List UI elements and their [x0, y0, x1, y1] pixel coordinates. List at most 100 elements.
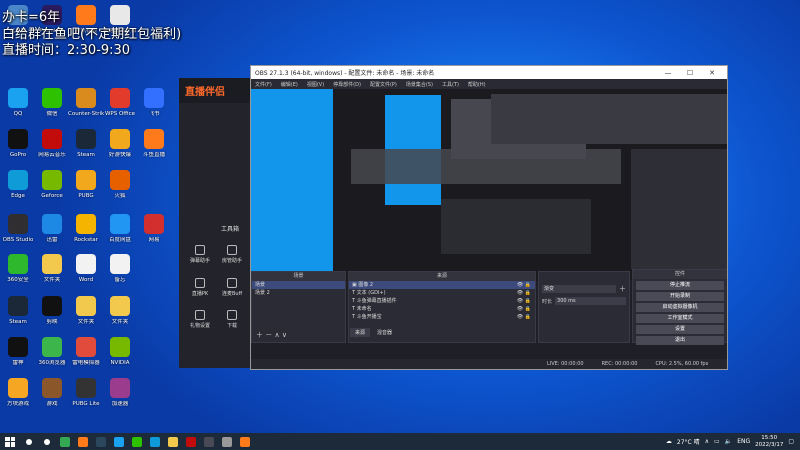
- language-indicator[interactable]: ENG: [737, 438, 750, 445]
- clock[interactable]: 15:50 2022/3/17: [755, 435, 783, 449]
- desktop-icon[interactable]: PUBG: [68, 170, 104, 200]
- obs-preview[interactable]: [251, 89, 727, 281]
- visibility-icon[interactable]: 👁 🔒: [517, 297, 535, 305]
- menu-file[interactable]: 文件(F): [255, 81, 272, 88]
- stop-streaming-button[interactable]: 停止推流: [636, 281, 724, 290]
- desktop-icon[interactable]: 火狐: [102, 170, 138, 200]
- network-icon[interactable]: ▭: [714, 438, 720, 445]
- move-up-icon[interactable]: ∧: [274, 331, 279, 339]
- desktop-icon[interactable]: 斗鱼直播: [136, 129, 172, 159]
- scene-item[interactable]: 场景 2: [252, 289, 345, 297]
- wechat-icon[interactable]: [128, 433, 146, 450]
- notification-icon[interactable]: ▢: [788, 438, 794, 445]
- pk-button[interactable]: 直播PK: [185, 278, 215, 297]
- desktop-icon[interactable]: 迅雷: [34, 214, 70, 244]
- desktop-icon[interactable]: 方块游戏: [0, 378, 36, 408]
- scene-item[interactable]: 场景: [252, 281, 345, 289]
- menu-profile[interactable]: 配置文件(P): [370, 81, 397, 88]
- start-button[interactable]: [0, 433, 20, 450]
- menu-edit[interactable]: 编辑(E): [281, 81, 298, 88]
- room-admin-button[interactable]: 房管助手: [217, 245, 247, 264]
- desktop-icon[interactable]: 飞书: [136, 88, 172, 118]
- minimize-button[interactable]: —: [657, 69, 679, 77]
- menu-docks[interactable]: 停靠部件(D): [333, 81, 361, 88]
- obs-window[interactable]: OBS 27.1.3 (64-bit, windows) - 配置文件: 未命名…: [250, 65, 728, 370]
- chevron-up-icon[interactable]: ∧: [705, 438, 709, 445]
- desktop-icon[interactable]: QQ: [0, 88, 36, 118]
- menu-view[interactable]: 视图(V): [307, 81, 324, 88]
- visibility-icon[interactable]: 👁 🔒: [517, 289, 535, 297]
- desktop-icon[interactable]: NVIDIA: [102, 337, 138, 367]
- desktop-icon[interactable]: Steam: [68, 129, 104, 159]
- source-item[interactable]: T 文本 (GDI+) 👁 🔒: [349, 289, 535, 297]
- source-item[interactable]: ▣ 图像 2 👁 🔒: [349, 281, 535, 289]
- desktop-icon[interactable]: 游戏: [34, 378, 70, 408]
- desktop-icon[interactable]: PUBG Lite: [68, 378, 104, 408]
- desktop-icon[interactable]: 文件夹: [34, 254, 70, 284]
- desktop-icon[interactable]: Geforce: [34, 170, 70, 200]
- settings-button[interactable]: 设置: [636, 325, 724, 334]
- desktop-icon[interactable]: 微信: [34, 88, 70, 118]
- explorer-icon[interactable]: [164, 433, 182, 450]
- menu-tools[interactable]: 工具(T): [442, 81, 459, 88]
- add-scene-icon[interactable]: ＋: [256, 331, 263, 339]
- danmaku-button[interactable]: 弹幕助手: [185, 245, 215, 264]
- desktop-icon[interactable]: OBS Studio: [0, 214, 36, 244]
- start-recording-button[interactable]: 开始录制: [636, 292, 724, 301]
- netease-icon[interactable]: [182, 433, 200, 450]
- desktop-icon[interactable]: 雷神: [0, 337, 36, 367]
- source-item[interactable]: T 未命名 👁 🔒: [349, 305, 535, 313]
- mic-buff-button[interactable]: 连麦Buff: [217, 278, 247, 297]
- visibility-icon[interactable]: 👁 🔒: [517, 281, 535, 289]
- start-virtual-camera-button[interactable]: 启动虚拟摄像机: [636, 303, 724, 312]
- weather-text[interactable]: 27°C 晴: [677, 437, 700, 446]
- desktop-icon[interactable]: WPS Office: [102, 88, 138, 118]
- desktop-icon[interactable]: 网易云音乐: [34, 129, 70, 159]
- search-icon[interactable]: [20, 433, 38, 450]
- exit-button[interactable]: 退出: [636, 336, 724, 345]
- volume-icon[interactable]: 🔈: [725, 438, 732, 445]
- zbbl-icon[interactable]: [236, 433, 254, 450]
- add-transition-icon[interactable]: ＋: [619, 284, 626, 294]
- duration-input[interactable]: 300 ms: [555, 297, 626, 305]
- qq-icon[interactable]: [110, 433, 128, 450]
- desktop-icon[interactable]: 好游快爆: [102, 129, 138, 159]
- visibility-icon[interactable]: 👁 🔒: [517, 305, 535, 313]
- desktop-icon[interactable]: Word: [68, 254, 104, 284]
- move-down-icon[interactable]: ∨: [282, 331, 287, 339]
- menu-help[interactable]: 帮助(H): [468, 81, 486, 88]
- desktop-icon[interactable]: 备忘: [102, 254, 138, 284]
- weather-icon[interactable]: ☁: [666, 438, 672, 445]
- gift-settings-button[interactable]: 礼物设置: [185, 310, 215, 329]
- desktop-icon[interactable]: 加速器: [102, 378, 138, 408]
- desktop-icon[interactable]: GoPro: [0, 129, 36, 159]
- transition-select[interactable]: 渐变: [542, 285, 616, 293]
- studio-mode-button[interactable]: 工作室模式: [636, 314, 724, 323]
- menu-scene-collection[interactable]: 场景集合(S): [406, 81, 433, 88]
- download-button[interactable]: 下载: [217, 310, 247, 329]
- desktop-icon[interactable]: 网易: [136, 214, 172, 244]
- tab-mixer[interactable]: 混音器: [372, 328, 398, 337]
- source-item[interactable]: T 斗鱼开播宝 👁 🔒: [349, 313, 535, 321]
- edge-icon[interactable]: [146, 433, 164, 450]
- chrome-icon[interactable]: [56, 433, 74, 450]
- desktop-icon[interactable]: 360浏览器: [34, 337, 70, 367]
- desktop-icon[interactable]: Rockstar: [68, 214, 104, 244]
- maximize-button[interactable]: ☐: [679, 69, 701, 77]
- task-view-icon[interactable]: [38, 433, 56, 450]
- desktop-icon[interactable]: 360安全: [0, 254, 36, 284]
- desktop-icon[interactable]: 百度网盘: [102, 214, 138, 244]
- tab-sources[interactable]: 来源: [350, 328, 371, 337]
- remove-scene-icon[interactable]: －: [265, 331, 272, 339]
- gear-icon[interactable]: [218, 433, 236, 450]
- douyu-icon[interactable]: [74, 433, 92, 450]
- close-button[interactable]: ✕: [701, 69, 723, 77]
- desktop-icon[interactable]: Edge: [0, 170, 36, 200]
- desktop-icon[interactable]: 文件夹: [102, 296, 138, 326]
- source-item[interactable]: T 斗鱼弹幕直播插件 👁 🔒: [349, 297, 535, 305]
- desktop-icon[interactable]: Counter-Strike: [68, 88, 104, 118]
- desktop-icon[interactable]: 文件夹: [68, 296, 104, 326]
- obs-icon[interactable]: [200, 433, 218, 450]
- steam-icon[interactable]: [92, 433, 110, 450]
- visibility-icon[interactable]: 👁 🔒: [517, 313, 535, 321]
